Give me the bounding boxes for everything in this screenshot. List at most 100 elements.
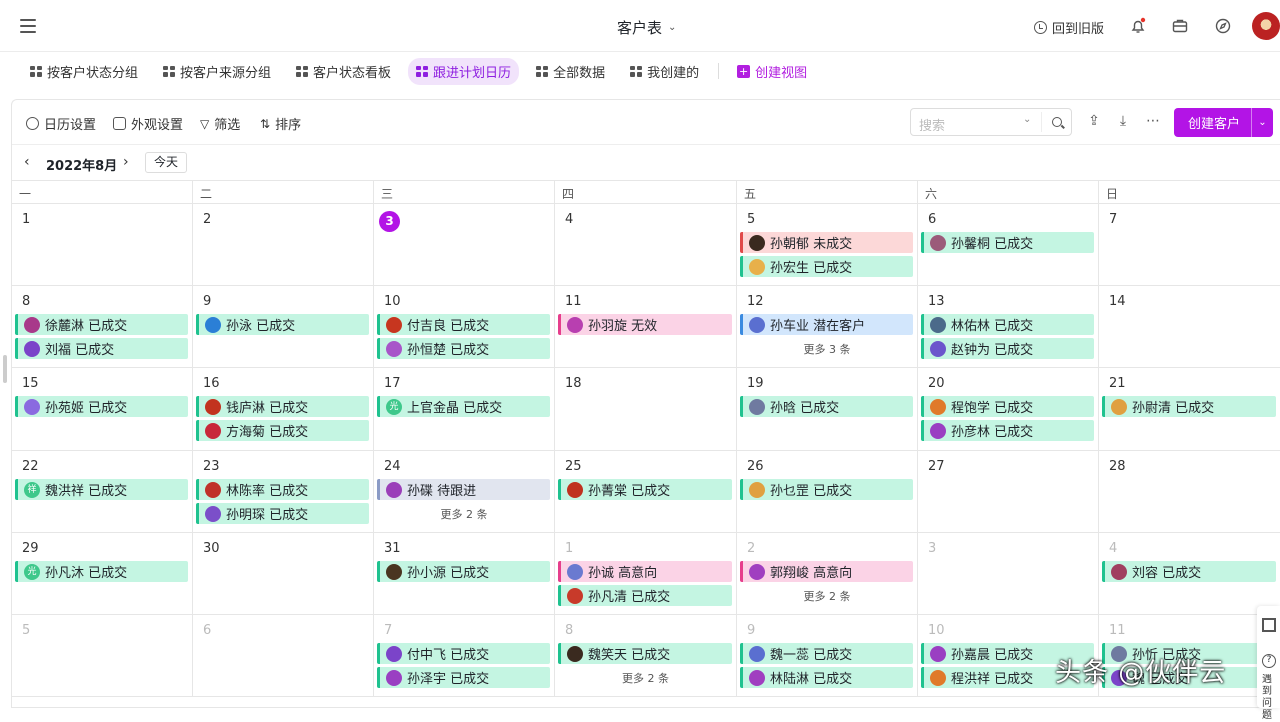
day-cell[interactable]: 25 孙菁棠 已成交 bbox=[555, 451, 737, 533]
bell-icon[interactable] bbox=[1129, 17, 1147, 35]
event-chip[interactable]: 孙苑姬 已成交 bbox=[15, 396, 188, 417]
day-cell[interactable]: 21 孙尉清 已成交 bbox=[1099, 368, 1280, 451]
event-chip[interactable]: 孙凡清 已成交 bbox=[558, 585, 732, 606]
day-cell[interactable]: 4 bbox=[555, 204, 737, 286]
more-events-link[interactable]: 更多 3 条 bbox=[737, 341, 917, 357]
event-chip[interactable]: 刘福 已成交 bbox=[15, 338, 188, 359]
filter-button[interactable]: ▽ 筛选 bbox=[200, 114, 240, 134]
day-cell[interactable]: 11 孙羽旋 无效 bbox=[555, 286, 737, 368]
old-version-link[interactable]: 回到旧版 bbox=[1034, 18, 1104, 37]
event-chip[interactable]: 孙明琛 已成交 bbox=[196, 503, 369, 524]
tab-status-group[interactable]: 按客户状态分组 bbox=[22, 58, 146, 85]
help-label[interactable]: 遇到问题 bbox=[1262, 674, 1278, 722]
event-chip[interactable]: 祥魏洪祥 已成交 bbox=[15, 479, 188, 500]
day-cell[interactable]: 15 孙苑姬 已成交 bbox=[12, 368, 193, 451]
day-cell[interactable]: 8 徐麓淋 已成交 刘福 已成交 bbox=[12, 286, 193, 368]
today-button[interactable]: 今天 bbox=[145, 152, 187, 173]
event-chip[interactable]: 刘容 已成交 bbox=[1102, 561, 1276, 582]
day-cell[interactable]: 26 孙乜罡 已成交 bbox=[737, 451, 918, 533]
day-cell[interactable]: 22 祥魏洪祥 已成交 bbox=[12, 451, 193, 533]
event-chip[interactable]: 付吉良 已成交 bbox=[377, 314, 550, 335]
sort-button[interactable]: ⇅ 排序 bbox=[260, 114, 301, 134]
event-chip[interactable]: 魏一蕊 已成交 bbox=[740, 643, 913, 664]
day-cell[interactable]: 30 bbox=[193, 533, 374, 615]
event-chip[interactable]: 孙小源 已成交 bbox=[377, 561, 550, 582]
search-icon[interactable] bbox=[1052, 117, 1062, 127]
day-cell[interactable]: 7 bbox=[1099, 204, 1280, 286]
tab-kanban[interactable]: 客户状态看板 bbox=[288, 58, 399, 85]
compass-icon[interactable] bbox=[1214, 17, 1232, 35]
menu-icon[interactable] bbox=[20, 19, 36, 33]
day-cell[interactable]: 17 光上官金晶 已成交 bbox=[374, 368, 555, 451]
day-cell[interactable]: 10 付吉良 已成交 孙恒楚 已成交 bbox=[374, 286, 555, 368]
day-cell[interactable]: 16 钱庐淋 已成交 方海菊 已成交 bbox=[193, 368, 374, 451]
more-events-link[interactable]: 更多 2 条 bbox=[555, 670, 736, 686]
day-cell[interactable]: 31 孙小源 已成交 bbox=[374, 533, 555, 615]
event-chip[interactable]: 孙尉清 已成交 bbox=[1102, 396, 1276, 417]
event-chip[interactable]: 孙彦林 已成交 bbox=[921, 420, 1094, 441]
event-chip[interactable]: 林佑林 已成交 bbox=[921, 314, 1094, 335]
day-cell[interactable]: 5 bbox=[12, 615, 193, 697]
event-chip[interactable]: 郭翔峻 高意向 bbox=[740, 561, 913, 582]
day-cell[interactable]: 8 魏笑天 已成交 更多 2 条 bbox=[555, 615, 737, 697]
next-month-icon[interactable]: › bbox=[123, 154, 129, 170]
event-chip[interactable]: 光上官金晶 已成交 bbox=[377, 396, 550, 417]
download-icon[interactable]: ⤓ bbox=[1114, 113, 1132, 131]
event-chip[interactable]: 魏笑天 已成交 bbox=[558, 643, 732, 664]
event-chip[interactable]: 孙乜罡 已成交 bbox=[740, 479, 913, 500]
table-title[interactable]: 客户表 ⌄ bbox=[617, 17, 676, 38]
event-chip[interactable]: 方海菊 已成交 bbox=[196, 420, 369, 441]
event-chip[interactable]: 付中飞 已成交 bbox=[377, 643, 550, 664]
day-cell[interactable]: 2 郭翔峻 高意向 更多 2 条 bbox=[737, 533, 918, 615]
day-cell[interactable]: 6 bbox=[193, 615, 374, 697]
day-cell[interactable]: 23 林陈率 已成交 孙明琛 已成交 bbox=[193, 451, 374, 533]
day-cell[interactable]: 13 林佑林 已成交 赵钟为 已成交 bbox=[918, 286, 1099, 368]
create-view-button[interactable]: + 创建视图 bbox=[729, 58, 815, 85]
calendar-settings-button[interactable]: 日历设置 bbox=[26, 114, 96, 133]
tab-calendar[interactable]: 跟进计划日历 bbox=[408, 57, 520, 85]
user-avatar[interactable] bbox=[1252, 12, 1280, 40]
event-chip[interactable]: 孙菁棠 已成交 bbox=[558, 479, 732, 500]
event-chip[interactable]: 孙泳 已成交 bbox=[196, 314, 369, 335]
day-cell[interactable]: 27 bbox=[918, 451, 1099, 533]
appearance-button[interactable]: 外观设置 bbox=[113, 114, 183, 133]
event-chip[interactable]: 孙朝郁 未成交 bbox=[740, 232, 913, 253]
day-cell[interactable]: 7 付中飞 已成交 孙泽宇 已成交 bbox=[374, 615, 555, 697]
day-cell[interactable]: 1 bbox=[12, 204, 193, 286]
event-chip[interactable]: 孙晗 已成交 bbox=[740, 396, 913, 417]
day-cell[interactable]: 20 程饱学 已成交 孙彦林 已成交 bbox=[918, 368, 1099, 451]
search-input[interactable]: 搜索 ⌄ bbox=[910, 108, 1072, 136]
event-chip[interactable]: 徐麓淋 已成交 bbox=[15, 314, 188, 335]
day-cell[interactable]: 3 bbox=[374, 204, 555, 286]
day-cell[interactable]: 19 孙晗 已成交 bbox=[737, 368, 918, 451]
more-events-link[interactable]: 更多 2 条 bbox=[374, 506, 554, 522]
prev-month-icon[interactable]: ‹ bbox=[24, 154, 30, 170]
day-cell[interactable]: 3 bbox=[918, 533, 1099, 615]
event-chip[interactable]: 钱庐淋 已成交 bbox=[196, 396, 369, 417]
event-chip[interactable]: 孙诚 高意向 bbox=[558, 561, 732, 582]
scrollbar[interactable] bbox=[3, 355, 7, 383]
day-cell[interactable]: 24 孙碟 待跟进 更多 2 条 bbox=[374, 451, 555, 533]
create-customer-button[interactable]: 创建客户 ⌄ bbox=[1174, 108, 1273, 137]
day-cell[interactable]: 2 bbox=[193, 204, 374, 286]
day-cell[interactable]: 28 bbox=[1099, 451, 1280, 533]
day-cell[interactable]: 18 bbox=[555, 368, 737, 451]
day-cell[interactable]: 9 魏一蕊 已成交 林陆淋 已成交 bbox=[737, 615, 918, 697]
event-chip[interactable]: 孙泽宇 已成交 bbox=[377, 667, 550, 688]
day-cell[interactable]: 12 孙车业 潜在客户 更多 3 条 bbox=[737, 286, 918, 368]
tab-created-by-me[interactable]: 我创建的 bbox=[622, 58, 707, 85]
more-icon[interactable]: ⋯ bbox=[1144, 113, 1162, 131]
day-cell[interactable]: 1 孙诚 高意向 孙凡清 已成交 bbox=[555, 533, 737, 615]
help-icon[interactable]: ? bbox=[1262, 654, 1276, 668]
event-chip[interactable]: 孙羽旋 无效 bbox=[558, 314, 732, 335]
chevron-down-icon[interactable]: ⌄ bbox=[1251, 108, 1273, 137]
day-cell[interactable]: 14 bbox=[1099, 286, 1280, 368]
upload-icon[interactable]: ⇪ bbox=[1085, 113, 1103, 131]
qr-code-icon[interactable] bbox=[1262, 618, 1276, 632]
tab-source-group[interactable]: 按客户来源分组 bbox=[155, 58, 279, 85]
day-cell[interactable]: 4 刘容 已成交 bbox=[1099, 533, 1280, 615]
day-cell[interactable]: 5 孙朝郁 未成交 孙宏生 已成交 bbox=[737, 204, 918, 286]
event-chip[interactable]: 程饱学 已成交 bbox=[921, 396, 1094, 417]
tab-all-data[interactable]: 全部数据 bbox=[528, 58, 613, 85]
event-chip[interactable]: 林陆淋 已成交 bbox=[740, 667, 913, 688]
